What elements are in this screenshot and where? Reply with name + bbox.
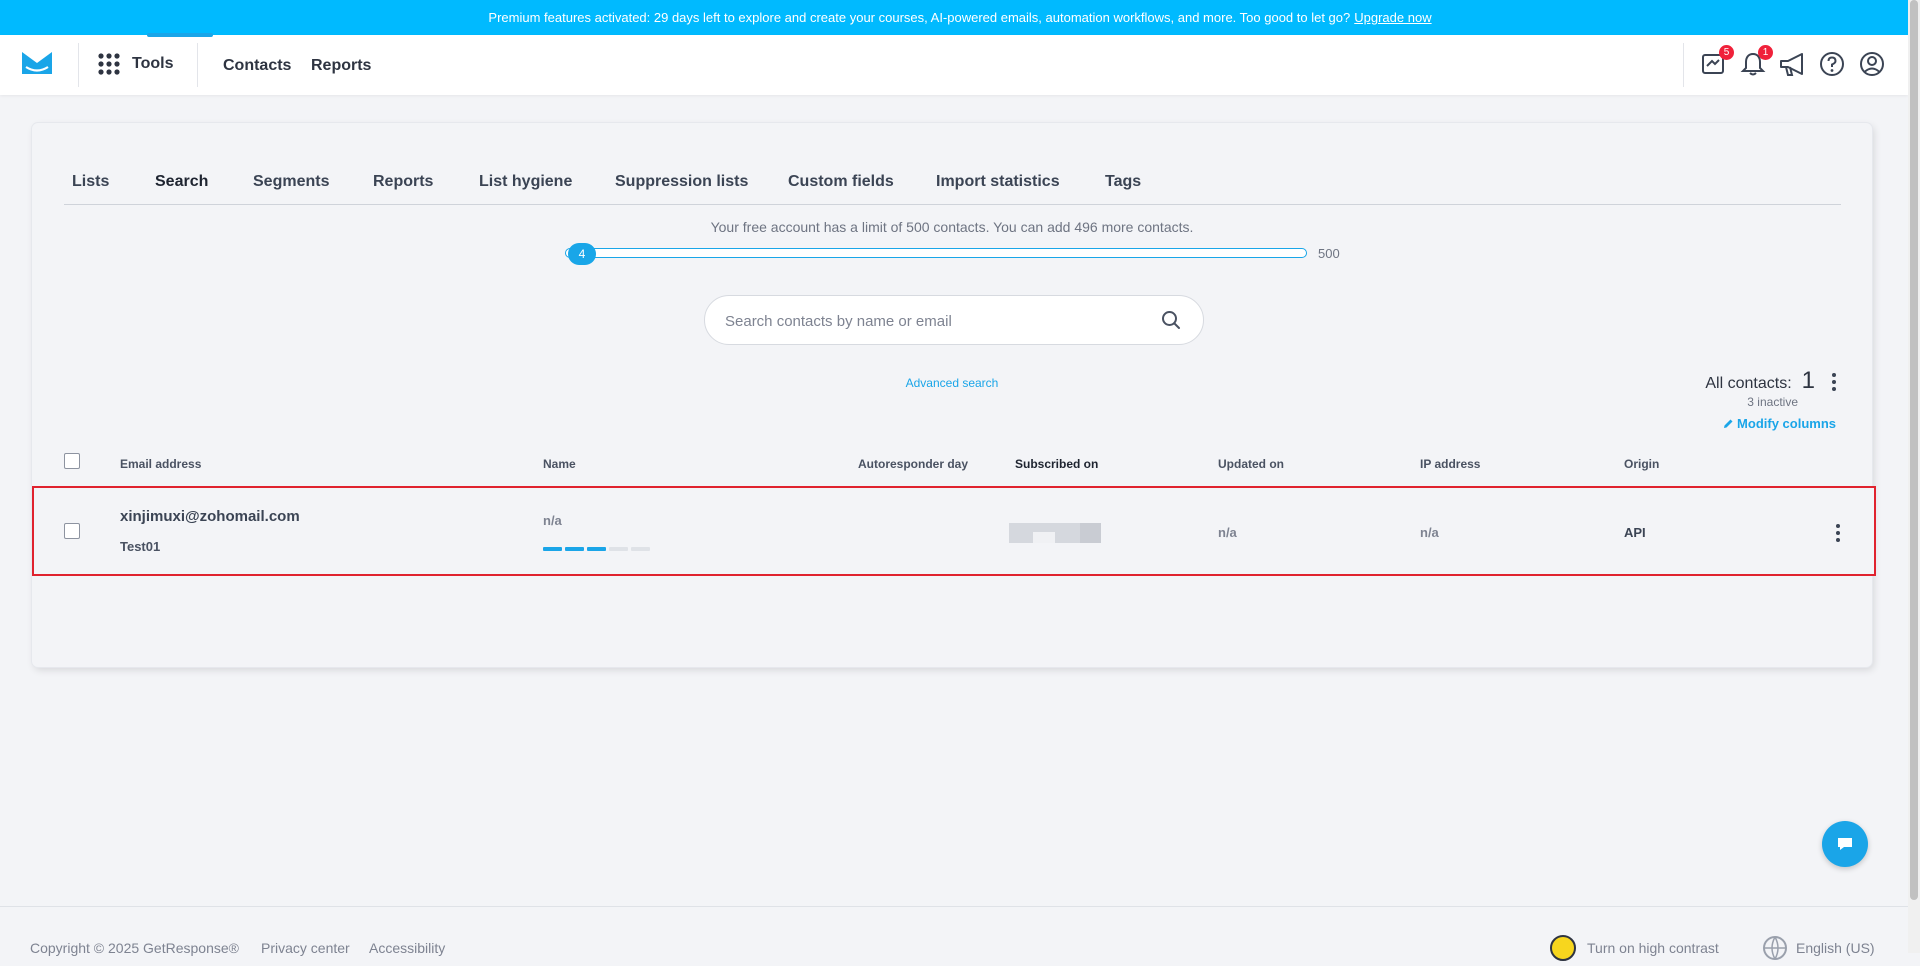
tab-search[interactable]: Search xyxy=(155,173,208,191)
row-more-options-icon[interactable] xyxy=(1832,522,1844,544)
notifications-button[interactable]: 1 xyxy=(1739,45,1773,80)
engagement-score xyxy=(543,547,650,551)
help-icon xyxy=(1820,52,1844,76)
column-email-address[interactable]: Email address xyxy=(120,457,201,471)
modify-columns-label: Modify columns xyxy=(1737,416,1836,431)
banner-text: Premium features activated: 29 days left… xyxy=(488,10,1351,25)
nav-divider xyxy=(197,43,198,87)
globe-icon[interactable] xyxy=(1762,935,1788,966)
contact-limit-bar xyxy=(565,248,1307,258)
scrollbar-thumb[interactable] xyxy=(1910,0,1918,900)
origin-value: API xyxy=(1624,525,1646,540)
getresponse-logo[interactable] xyxy=(22,52,52,79)
search-icon[interactable] xyxy=(1161,310,1181,335)
nav-contacts-link[interactable]: Contacts xyxy=(223,57,291,75)
premium-banner: Premium features activated: 29 days left… xyxy=(0,0,1920,35)
chat-icon xyxy=(1838,838,1852,850)
subscribed-on-redacted xyxy=(1080,523,1101,543)
editor-badge: 5 xyxy=(1719,45,1734,60)
modify-columns-link[interactable]: Modify columns xyxy=(1723,416,1836,431)
inactive-count: 3 inactive xyxy=(1747,395,1798,409)
engagement-score-segment xyxy=(631,547,650,551)
help-button[interactable] xyxy=(1818,50,1848,80)
megaphone-icon xyxy=(1780,53,1803,76)
contacts-more-options-icon[interactable] xyxy=(1828,371,1840,393)
column-subscribed-on[interactable]: Subscribed on xyxy=(1015,457,1098,471)
column-name[interactable]: Name xyxy=(543,457,576,471)
name-value: n/a xyxy=(543,513,562,528)
user-icon xyxy=(1860,52,1884,76)
tab-segments[interactable]: Segments xyxy=(253,173,329,191)
language-selector[interactable]: English (US) xyxy=(1796,940,1875,956)
updated-on-value: n/a xyxy=(1218,525,1237,540)
table-row[interactable] xyxy=(32,486,1876,576)
account-button[interactable] xyxy=(1858,50,1888,80)
pencil-icon xyxy=(1724,419,1733,428)
upgrade-now-link[interactable]: Upgrade now xyxy=(1354,10,1431,25)
chat-button[interactable] xyxy=(1822,821,1868,867)
contact-limit-current: 4 xyxy=(568,243,596,265)
tab-lists[interactable]: Lists xyxy=(72,173,109,191)
advanced-search-link[interactable]: Advanced search xyxy=(0,376,1904,390)
tab-custom-fields[interactable]: Custom fields xyxy=(788,173,894,191)
tab-import-statistics[interactable]: Import statistics xyxy=(936,173,1060,191)
contact-name: Test01 xyxy=(120,539,161,554)
nav-divider xyxy=(1683,43,1684,87)
notifications-badge: 1 xyxy=(1758,45,1773,60)
announcements-button[interactable] xyxy=(1778,50,1808,80)
engagement-score-segment xyxy=(565,547,584,551)
all-contacts-summary: All contacts: 1 xyxy=(1705,367,1815,395)
column-autoresponder-day[interactable]: Autoresponder day xyxy=(858,457,968,471)
footer-copyright: Copyright © 2025 GetResponse® xyxy=(30,940,239,956)
tab-list-hygiene[interactable]: List hygiene xyxy=(479,173,572,191)
ip-address-value: n/a xyxy=(1420,525,1439,540)
search-field xyxy=(704,295,1204,345)
apps-grid-icon xyxy=(98,53,120,75)
engagement-score-segment xyxy=(609,547,628,551)
engagement-score-segment xyxy=(587,547,606,551)
column-origin[interactable]: Origin xyxy=(1624,457,1659,471)
subscribed-on-redacted xyxy=(1033,532,1055,543)
page-scrollbar[interactable] xyxy=(1908,0,1920,953)
all-contacts-count: 1 xyxy=(1801,367,1815,394)
contact-limit-text: Your free account has a limit of 500 con… xyxy=(710,219,1194,235)
contacts-tabs: Lists Search Segments Reports List hygie… xyxy=(64,168,1841,205)
active-tab-indicator xyxy=(147,33,213,37)
accessibility-icon[interactable] xyxy=(1550,935,1576,961)
privacy-center-link[interactable]: Privacy center xyxy=(261,940,350,956)
column-ip-address[interactable]: IP address xyxy=(1420,457,1480,471)
select-all-checkbox[interactable] xyxy=(64,453,80,469)
contact-limit-max: 500 xyxy=(1318,246,1340,261)
search-input[interactable] xyxy=(723,308,1147,334)
editor-button[interactable]: 5 xyxy=(1700,45,1734,80)
nav-reports-link[interactable]: Reports xyxy=(311,57,371,75)
engagement-score-segment xyxy=(543,547,562,551)
tools-menu-button[interactable]: Tools xyxy=(98,53,173,75)
all-contacts-label: All contacts: xyxy=(1705,375,1792,392)
tools-label: Tools xyxy=(132,55,174,72)
accessibility-link[interactable]: Accessibility xyxy=(369,940,445,956)
row-checkbox[interactable] xyxy=(64,523,80,539)
footer-divider xyxy=(0,906,1908,907)
tab-suppression-lists[interactable]: Suppression lists xyxy=(615,173,748,191)
high-contrast-link[interactable]: Turn on high contrast xyxy=(1587,940,1719,956)
tab-tags[interactable]: Tags xyxy=(1105,173,1141,191)
tab-reports[interactable]: Reports xyxy=(373,173,433,191)
top-navigation: Tools Contacts Reports 5 1 xyxy=(0,35,1908,95)
contact-email[interactable]: xinjimuxi@zohomail.com xyxy=(120,508,300,525)
column-updated-on[interactable]: Updated on xyxy=(1218,457,1284,471)
nav-divider xyxy=(78,43,79,87)
